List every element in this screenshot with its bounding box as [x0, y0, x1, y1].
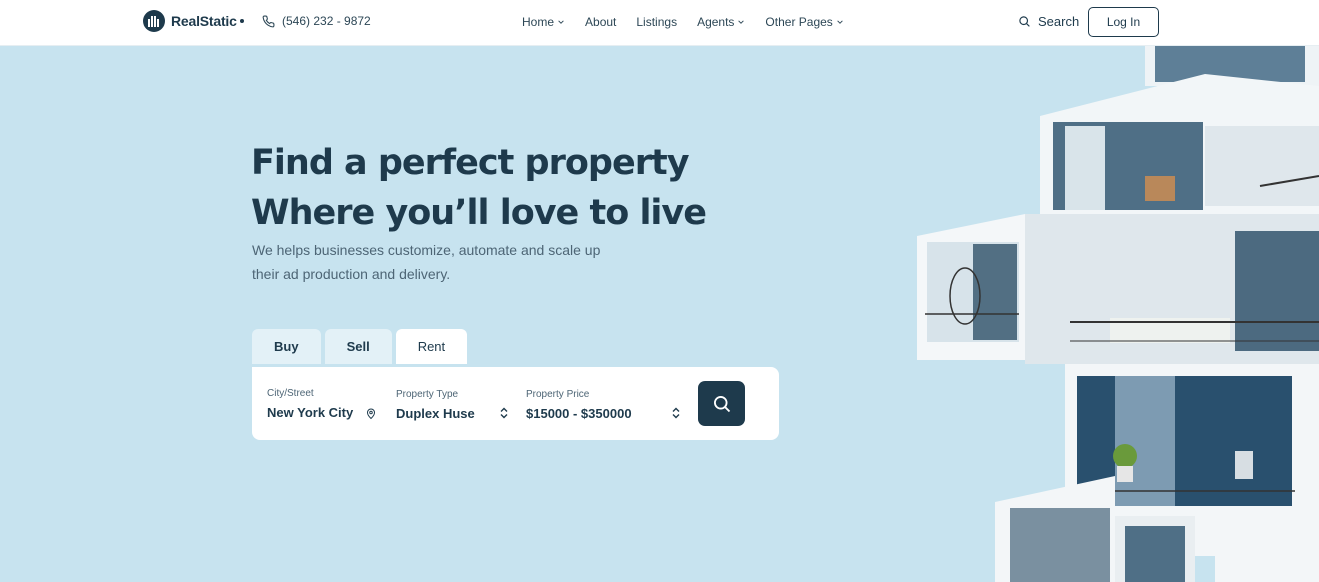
tab-sell[interactable]: Sell [324, 329, 392, 364]
property-price-field[interactable]: Property Price $15000 - $350000 [526, 389, 632, 421]
site-header: RealStatic (546) 232 - 9872 Home About L… [0, 0, 1319, 46]
building-illustration [915, 46, 1319, 582]
city-field[interactable]: City/Street New York City [267, 388, 353, 420]
nav-other-pages[interactable]: Other Pages [765, 15, 843, 29]
city-value[interactable]: New York City [267, 405, 353, 420]
city-label: City/Street [267, 388, 314, 399]
property-type-label: Property Type [396, 389, 459, 400]
listing-type-tabs: Buy Sell Rent [252, 329, 468, 364]
phone-number: (546) 232 - 9872 [282, 14, 371, 28]
property-search-form: City/Street New York City Property Type … [252, 367, 779, 440]
tab-buy[interactable]: Buy [252, 329, 321, 364]
logo-icon [143, 10, 165, 32]
chevron-down-icon [837, 20, 843, 24]
login-button[interactable]: Log In [1088, 7, 1159, 37]
brand-name: RealStatic [171, 13, 237, 29]
nav-listings[interactable]: Listings [636, 15, 677, 29]
nav-home[interactable]: Home [522, 15, 565, 29]
separator-dot [240, 19, 244, 23]
search-icon [713, 395, 730, 412]
property-type-value[interactable]: Duplex Huse [396, 406, 475, 421]
chevron-down-icon [558, 20, 564, 24]
chevron-down-icon [738, 20, 745, 24]
search-label: Search [1038, 14, 1080, 29]
nav-agents[interactable]: Agents [697, 15, 745, 29]
search-submit-button[interactable] [698, 381, 745, 426]
phone-link[interactable]: (546) 232 - 9872 [262, 14, 371, 28]
location-pin-icon [366, 408, 376, 420]
brand-logo[interactable]: RealStatic [143, 10, 237, 32]
sort-arrows-icon [500, 407, 508, 419]
sort-arrows-icon [672, 407, 680, 419]
property-price-value[interactable]: $15000 - $350000 [526, 406, 632, 421]
tab-rent[interactable]: Rent [395, 329, 468, 364]
nav-about[interactable]: About [585, 15, 616, 29]
header-search[interactable]: Search [1018, 14, 1079, 29]
phone-icon [262, 15, 275, 27]
hero-title-line2: Where you’ll love to live [251, 193, 707, 233]
hero-subtitle: We helps businesses customize, automate … [252, 242, 601, 282]
property-price-label: Property Price [526, 389, 590, 400]
property-type-field[interactable]: Property Type Duplex Huse [396, 389, 475, 421]
search-icon [1019, 16, 1030, 27]
main-nav: Home About Listings Agents Other Pages [522, 15, 844, 29]
hero-title-line1: Find a perfect property [251, 143, 690, 183]
hero-title: Find a perfect property Where you’ll lov… [251, 138, 707, 238]
